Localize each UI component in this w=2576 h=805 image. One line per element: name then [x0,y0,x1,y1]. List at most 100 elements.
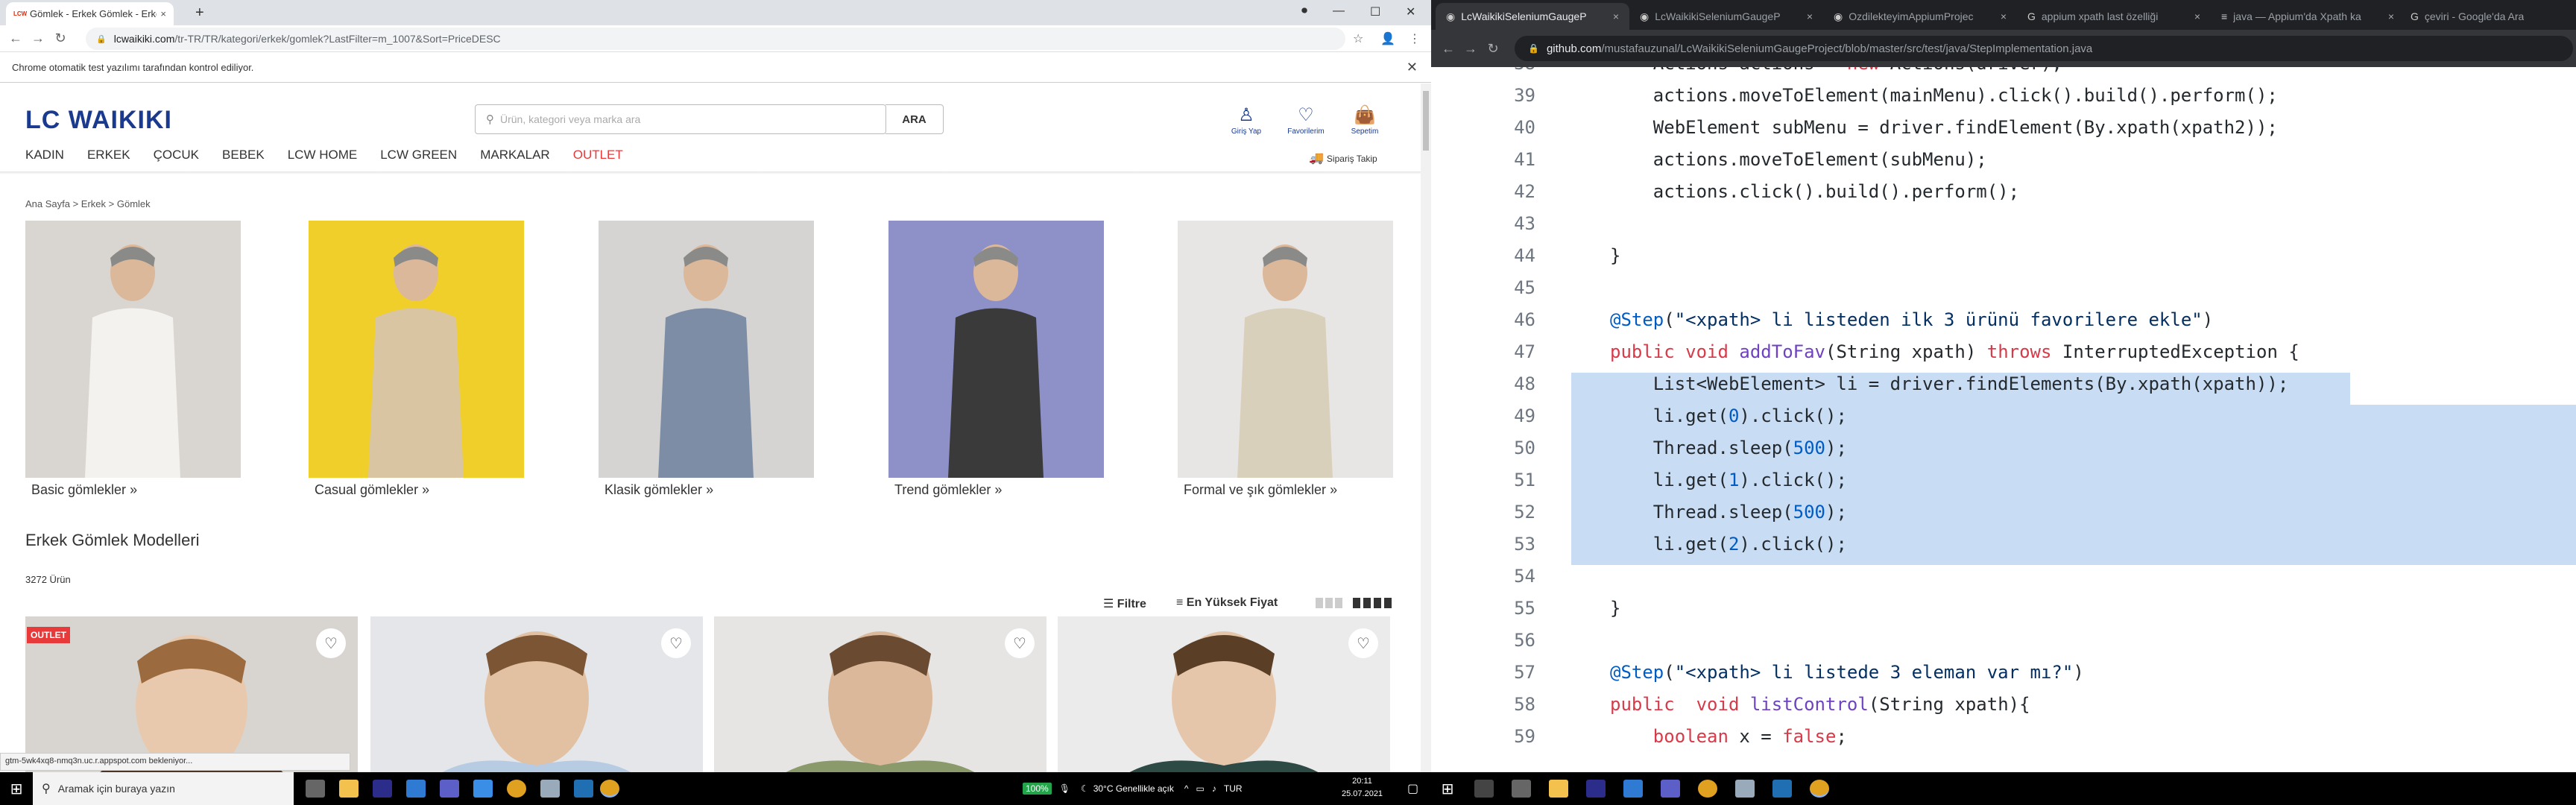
category-image-basic[interactable] [25,221,241,478]
profile-icon[interactable]: 👤 [1380,31,1395,46]
back-icon[interactable]: ← [1437,41,1459,57]
filter-button[interactable]: ☰ Filtre [1103,596,1146,611]
nav-erkek[interactable]: ERKEK [87,148,130,162]
nav-bebek[interactable]: BEBEK [222,148,265,162]
reload-icon[interactable]: ↻ [1482,41,1504,57]
menu-kebab-icon[interactable]: ⋮ [1409,31,1421,46]
grid-3col-icon[interactable] [1316,598,1342,608]
chrome-icon[interactable] [507,780,526,798]
line-number[interactable]: 56 [1431,625,1535,657]
search-button[interactable]: ARA [886,104,944,134]
tab-lcwaikiki[interactable]: LCW Gömlek - Erkek Gömlek - Erkek C × [6,2,174,25]
remote-desktop-icon[interactable] [574,780,593,798]
line-number[interactable]: 49 [1431,400,1535,432]
tab-google-translate[interactable]: Gçeviri - Google'da Ara [2400,3,2576,30]
tab-close-icon[interactable]: × [2388,10,2394,22]
forward-icon[interactable]: → [27,31,49,46]
order-track-link[interactable]: 🚚 Sipariş Takip [1309,151,1377,165]
sort-button[interactable]: ≡ En Yüksek Fiyat [1176,596,1278,610]
line-number[interactable]: 40 [1431,112,1535,144]
maximize-button[interactable]: ☐ [1370,4,1380,19]
favorites-button[interactable]: ♡ Favorilerim [1284,104,1328,136]
nav-cocuk[interactable]: ÇOCUK [154,148,199,162]
grid-4col-icon[interactable] [1353,598,1392,608]
mic-icon[interactable]: 🎙 [1059,783,1070,794]
chrome-active-icon[interactable] [600,780,619,798]
line-number[interactable]: 39 [1431,80,1535,112]
product-card[interactable]: ♡ [370,616,703,772]
tab-close-icon[interactable]: × [2194,10,2200,22]
line-number[interactable]: 59 [1431,721,1535,753]
teams-icon[interactable] [440,780,459,798]
tab-close-icon[interactable]: × [1613,10,1619,22]
file-explorer-icon[interactable] [1549,780,1568,798]
new-tab-button[interactable]: + [195,4,204,22]
category-image-formal[interactable] [1178,221,1393,478]
search-icon[interactable] [1474,780,1494,798]
mail-icon[interactable] [406,780,426,798]
chrome-icon[interactable] [1698,780,1717,798]
favorite-heart-icon[interactable]: ♡ [1005,628,1035,658]
intellij-icon[interactable] [1586,780,1606,798]
category-image-casual[interactable] [309,221,524,478]
line-number[interactable]: 45 [1431,272,1535,304]
battery-indicator[interactable]: 100% [1023,783,1052,795]
line-number[interactable]: 52 [1431,496,1535,528]
category-link-formal[interactable]: Formal ve şık gömlekler » [1184,482,1337,498]
line-number[interactable]: 55 [1431,593,1535,625]
line-number[interactable]: 46 [1431,304,1535,336]
forward-icon[interactable]: → [1459,41,1482,57]
tab-google-search[interactable]: Gappium xpath last özelliği × [2017,3,2211,30]
category-link-trend[interactable]: Trend gömlekler » [894,482,1002,498]
favorite-heart-icon[interactable]: ♡ [661,628,691,658]
category-link-basic[interactable]: Basic gömlekler » [31,482,137,498]
tab-github-1[interactable]: ◉ LcWaikikiSeleniumGaugeP × [1436,3,1629,30]
windows-start-icon[interactable]: ⊞ [0,772,33,805]
cart-button[interactable]: 👜 Sepetim [1342,104,1387,136]
nav-outlet[interactable]: OUTLET [573,148,623,162]
tab-github-2[interactable]: ◉ LcWaikikiSeleniumGaugeP × [1629,3,1823,30]
task-view-icon[interactable] [1512,780,1531,798]
tab-close-icon[interactable]: × [1807,10,1813,22]
taskbar-search[interactable]: ⚲ Aramak için buraya yazın [33,772,294,805]
clock[interactable]: 20:11 25.07.2021 [1342,775,1383,801]
favorite-heart-icon[interactable]: ♡ [1348,628,1378,658]
line-number[interactable]: 50 [1431,432,1535,464]
minimize-button[interactable]: — [1333,4,1345,18]
language-indicator[interactable]: TUR [1224,783,1243,794]
notification-icon[interactable]: ▢ [1407,781,1418,796]
category-image-trend[interactable] [888,221,1104,478]
volume-icon[interactable]: ♪ [1212,783,1216,794]
line-number[interactable]: 41 [1431,144,1535,176]
line-number[interactable]: 43 [1431,208,1535,240]
product-card[interactable]: OUTLET ♡ [25,616,358,772]
breadcrumb[interactable]: Ana Sayfa > Erkek > Gömlek [25,198,151,209]
line-number[interactable]: 47 [1431,336,1535,368]
scrollbar-thumb[interactable] [1423,91,1429,151]
reload-icon[interactable]: ↻ [49,31,72,46]
back-icon[interactable]: ← [4,31,27,46]
line-number[interactable]: 38 [1431,67,1535,80]
weather-text[interactable]: 30°C Genellikle açık [1093,783,1174,794]
tab-stackoverflow[interactable]: ≡ java — Appium'da Xpath ka × [2211,3,2405,30]
line-number[interactable]: 44 [1431,240,1535,272]
line-number[interactable]: 53 [1431,528,1535,561]
search-input[interactable]: ⚲ Ürün, kategori veya marka ara [475,104,886,134]
remote-desktop-icon[interactable] [1772,780,1792,798]
product-card[interactable]: ♡ [714,616,1046,772]
line-number[interactable]: 48 [1431,368,1535,400]
address-bar[interactable]: 🔒 github.com /mustafauzunal/LcWaikikiSel… [1515,36,2573,61]
network-icon[interactable]: ▭ [1196,783,1205,794]
chrome-active-icon[interactable] [1810,780,1829,798]
tab-github-3[interactable]: ◉ OzdilekteyimAppiumProjec × [1823,3,2017,30]
login-button[interactable]: ♙ Giriş Yap [1224,104,1269,136]
category-link-klasik[interactable]: Klasik gömlekler » [604,482,713,498]
intellij-icon[interactable] [373,780,392,798]
app-icon[interactable] [1735,780,1755,798]
nav-markalar[interactable]: MARKALAR [480,148,550,162]
category-image-klasik[interactable] [599,221,814,478]
record-icon[interactable]: ⏺ [1301,4,1307,18]
nav-lcw-home[interactable]: LCW HOME [288,148,358,162]
line-number[interactable]: 54 [1431,561,1535,593]
outlook-icon[interactable] [473,780,493,798]
